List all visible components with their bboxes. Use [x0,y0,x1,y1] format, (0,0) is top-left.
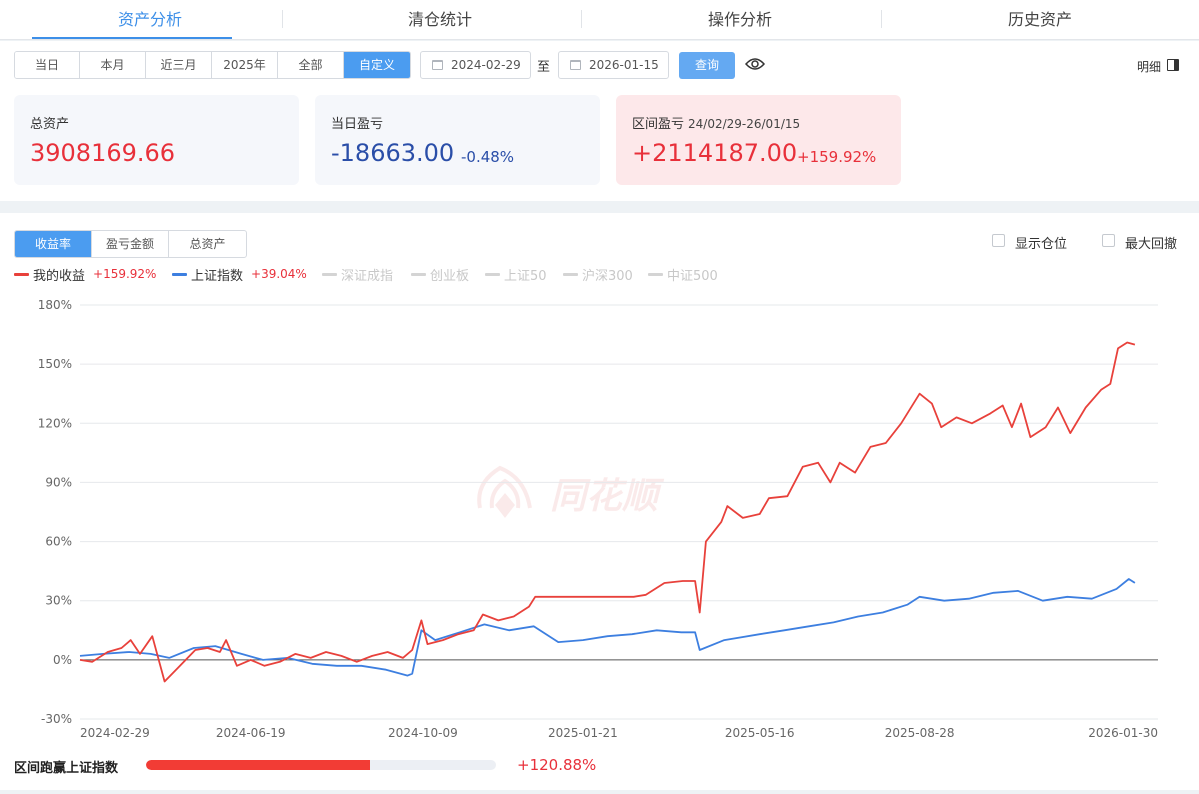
tab-operation-analysis[interactable]: 操作分析 [590,0,890,40]
legend-swatch [485,272,500,276]
max-drawdown-label: 最大回撤 [1125,237,1178,252]
chart-panel: 收益率 盈亏金额 总资产 显示仓位 最大回撤 我的收益 +159.92% 上证指… [0,213,1199,790]
legend-name: 我的收益 [33,268,86,284]
chart-series [79,341,1136,683]
x-axis: 2024-02-29 2024-06-19 2024-10-09 2025-01-21… [80,726,1158,740]
max-drawdown-checkbox[interactable] [1102,234,1115,247]
date-separator: 至 [537,60,551,75]
legend-name: 深证成指 [341,268,394,284]
y-tick-label: 180% [38,298,72,312]
daily-pnl-card: 当日盈亏 -18663.00 -0.48% [315,95,600,185]
x-tick-label: 2024-06-19 [216,726,286,740]
range-today-button[interactable]: 当日 [15,52,80,78]
legend-name: 上证50 [504,268,547,284]
panel-toggle-icon[interactable] [1167,59,1179,71]
active-tab-indicator [32,37,232,39]
tab-divider [581,10,582,28]
date-range-selector: 当日 本月 近三月 2025年 全部 自定义 [14,51,411,79]
end-date-value: 2026-01-15 [589,58,659,72]
tab-return-rate[interactable]: 收益率 [15,231,92,257]
total-assets-label: 总资产 [30,117,70,132]
legend-item-csi300[interactable]: 沪深300 [563,266,633,284]
calendar-icon [570,60,581,70]
tab-divider [881,10,882,28]
legend-swatch [563,272,578,276]
outperform-bar-fill [146,760,370,770]
chart-metric-tabs: 收益率 盈亏金额 总资产 [14,230,247,258]
range-pnl-pct: +159.92% [797,148,877,166]
x-tick-label: 2024-02-29 [80,726,150,740]
total-assets-value: 3908169.66 [30,139,176,167]
x-tick-label: 2025-05-16 [725,726,795,740]
range-month-button[interactable]: 本月 [80,52,146,78]
tab-history-assets[interactable]: 历史资产 [890,0,1190,40]
range-pnl-value: +2114187.00 [632,139,798,167]
end-date-input[interactable]: 2026-01-15 [558,51,669,79]
range-3month-button[interactable]: 近三月 [146,52,212,78]
y-tick-label: 60% [45,535,72,549]
range-2025-button[interactable]: 2025年 [212,52,278,78]
range-all-button[interactable]: 全部 [278,52,344,78]
x-tick-label: 2025-01-21 [548,726,618,740]
query-button[interactable]: 查询 [679,52,735,79]
range-custom-button[interactable]: 自定义 [344,52,410,78]
legend-swatch [14,272,29,276]
summary-panel: 当日 本月 近三月 2025年 全部 自定义 2024-02-29 至 2026… [0,41,1199,201]
range-pnl-title: 区间盈亏 [632,117,685,132]
y-tick-label: 120% [38,416,72,430]
series-line-my-return [79,341,1136,683]
tab-pnl-amount[interactable]: 盈亏金额 [92,231,169,257]
legend-swatch [411,272,426,276]
eye-icon[interactable] [745,56,765,72]
legend-name: 沪深300 [582,268,633,284]
legend-item-sse-index[interactable]: 上证指数 +39.04% [172,266,307,284]
chart-grid [80,304,1158,720]
x-tick-label: 2024-10-09 [388,726,458,740]
legend-item-chinext[interactable]: 创业板 [411,266,470,284]
legend-value: +159.92% [93,267,157,281]
legend-swatch [648,272,663,276]
start-date-value: 2024-02-29 [451,58,521,72]
range-pnl-card: 区间盈亏 24/02/29-26/01/15 +2114187.00 +159.9… [616,95,901,185]
show-position-checkbox[interactable] [992,234,1005,247]
calendar-icon [432,60,443,70]
return-line-chart[interactable]: -30%0%30%60%90%120%150%180% 2024-02-29 20… [0,283,1199,748]
legend-item-szse-component[interactable]: 深证成指 [322,266,394,284]
tab-total-assets[interactable]: 总资产 [169,231,246,257]
legend-item-my-return[interactable]: 我的收益 +159.92% [14,266,157,284]
y-axis: -30% 0% 30% 60% 90% 120% 150% 180% [38,298,72,726]
legend-item-sse50[interactable]: 上证50 [485,266,547,284]
daily-pnl-pct: -0.48% [461,148,515,166]
y-tick-label: 150% [38,357,72,371]
top-tab-bar: 资产分析 清仓统计 操作分析 历史资产 [0,0,1199,40]
legend-name: 上证指数 [191,268,244,284]
legend-swatch [172,272,187,276]
y-tick-label: 0% [53,653,72,667]
range-pnl-dates: 24/02/29-26/01/15 [688,117,801,131]
legend-value: +39.04% [251,267,307,281]
total-assets-card: 总资产 3908169.66 [14,95,299,185]
outperform-bar-track [146,760,496,770]
tab-divider [282,10,283,28]
legend-swatch [322,272,337,276]
outperform-label: 区间跑赢上证指数 [14,761,119,776]
legend-item-csi500[interactable]: 中证500 [648,266,718,284]
x-tick-label: 2025-08-28 [885,726,955,740]
daily-pnl-label: 当日盈亏 [331,117,384,132]
tab-asset-analysis[interactable]: 资产分析 [0,0,300,40]
legend-name: 中证500 [667,268,718,284]
legend-name: 创业板 [430,268,470,284]
daily-pnl-value: -18663.00 [331,139,455,167]
show-position-label: 显示仓位 [1015,237,1068,252]
y-tick-label: -30% [41,712,72,726]
outperform-value: +120.88% [517,756,597,774]
y-tick-label: 90% [45,475,72,489]
tab-liquidation-stats[interactable]: 清仓统计 [290,0,590,40]
detail-label[interactable]: 明细 [1137,58,1161,75]
x-tick-label: 2026-01-30 [1088,726,1158,740]
series-line-sse-index [79,578,1136,677]
start-date-input[interactable]: 2024-02-29 [420,51,531,79]
y-tick-label: 30% [45,594,72,608]
range-pnl-label: 区间盈亏 24/02/29-26/01/15 [632,113,800,132]
